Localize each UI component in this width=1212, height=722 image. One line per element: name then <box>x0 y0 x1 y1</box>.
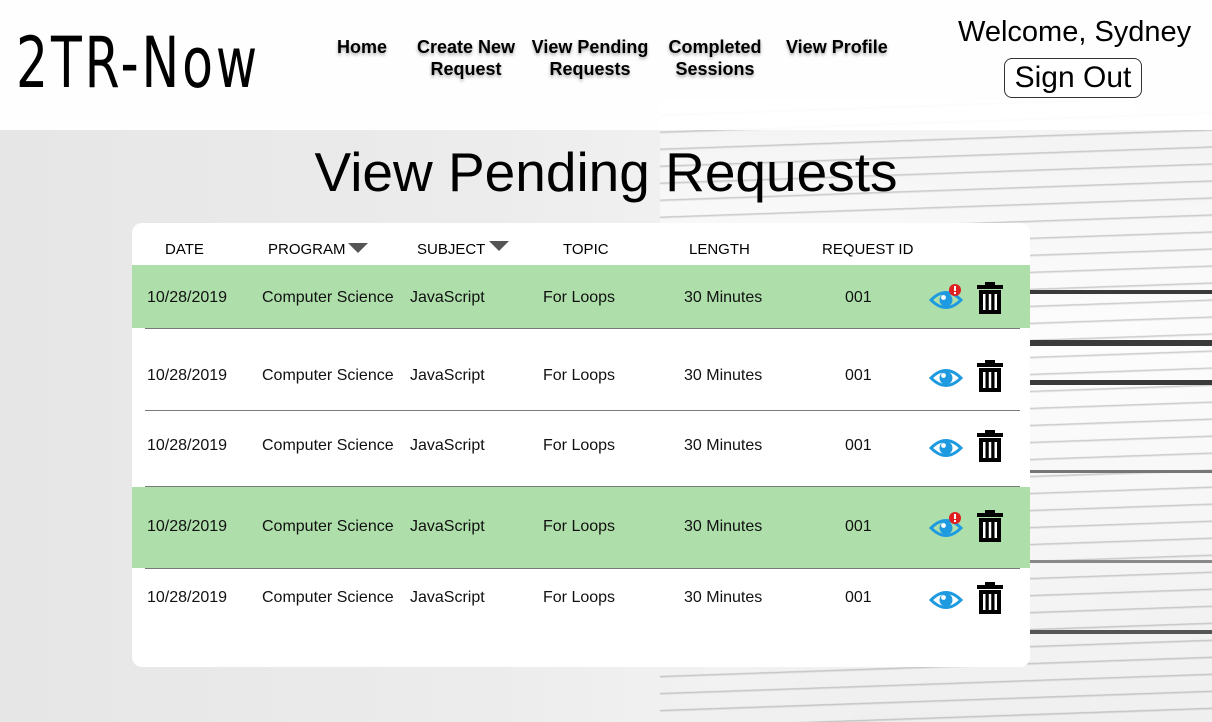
trash-icon[interactable] <box>976 359 1004 393</box>
column-header-program[interactable]: PROGRAM <box>268 241 368 258</box>
cell-request-id: 001 <box>845 589 872 606</box>
caret-down-icon[interactable] <box>347 243 368 253</box>
cell-length: 30 Minutes <box>684 367 763 384</box>
column-header-topic: TOPIC <box>563 241 609 258</box>
background-stripe <box>1030 630 1212 634</box>
trash-icon[interactable] <box>976 429 1004 463</box>
cell-topic: For Loops <box>543 589 616 606</box>
row-divider <box>145 410 1020 411</box>
eye-icon[interactable] <box>928 431 964 465</box>
row-divider <box>145 486 1020 487</box>
trash-icon[interactable] <box>976 281 1004 315</box>
background-stripe <box>1030 470 1212 473</box>
table-row[interactable]: 10/28/2019 Computer Science JavaScript For … <box>132 411 1030 487</box>
column-header-request-id: REQUEST ID <box>822 241 914 258</box>
cell-length: 30 Minutes <box>684 518 763 535</box>
app-logo[interactable]: 2TR-Now <box>16 18 260 108</box>
nav-view-pending-requests[interactable]: View Pending Requests <box>531 36 649 80</box>
cell-program: Computer Science <box>262 518 394 535</box>
cell-length: 30 Minutes <box>684 437 763 454</box>
cell-date: 10/28/2019 <box>147 289 228 306</box>
sign-out-button[interactable]: Sign Out <box>1004 58 1142 98</box>
page-title: View Pending Requests <box>314 141 898 203</box>
background-stripe <box>1030 380 1212 385</box>
nav-create-new-request[interactable]: Create New Request <box>416 36 516 80</box>
cell-subject: JavaScript <box>410 589 485 606</box>
cell-subject: JavaScript <box>410 367 485 384</box>
cell-request-id: 001 <box>845 437 872 454</box>
table-row[interactable]: 10/28/2019 Computer Science JavaScript For … <box>132 563 1030 639</box>
background-stripe <box>1030 340 1212 346</box>
cell-request-id: 001 <box>845 289 872 306</box>
eye-icon[interactable] <box>928 583 964 617</box>
cell-date: 10/28/2019 <box>147 367 228 384</box>
column-header-date: DATE <box>165 241 204 258</box>
column-header-length: LENGTH <box>689 241 750 258</box>
cell-program: Computer Science <box>262 367 394 384</box>
cell-topic: For Loops <box>543 518 616 535</box>
cell-length: 30 Minutes <box>684 289 763 306</box>
nav-label: View Pending Requests <box>531 37 649 79</box>
cell-date: 10/28/2019 <box>147 437 228 454</box>
cell-subject: JavaScript <box>410 437 485 454</box>
background-stripe <box>1030 560 1212 563</box>
cell-program: Computer Science <box>262 589 394 606</box>
cell-date: 10/28/2019 <box>147 589 228 606</box>
cell-topic: For Loops <box>543 437 616 454</box>
nav-label: Completed Sessions <box>668 37 762 79</box>
cell-request-id: 001 <box>845 367 872 384</box>
eye-icon[interactable] <box>928 511 964 545</box>
eye-icon[interactable] <box>928 283 964 317</box>
cell-topic: For Loops <box>543 367 616 384</box>
cell-program: Computer Science <box>262 289 394 306</box>
nav-label: Create New Request <box>416 37 516 79</box>
row-divider <box>145 328 1020 329</box>
caret-down-icon[interactable] <box>489 241 510 251</box>
cell-length: 30 Minutes <box>684 589 763 606</box>
table-row[interactable]: 10/28/2019 Computer Science JavaScript For … <box>132 265 1030 328</box>
table-row[interactable]: 10/28/2019 Computer Science JavaScript For … <box>132 487 1030 568</box>
column-header-label: PROGRAM <box>268 241 346 258</box>
eye-icon[interactable] <box>928 361 964 395</box>
table-row[interactable]: 10/28/2019 Computer Science JavaScript For … <box>132 341 1030 417</box>
row-divider <box>145 568 1020 569</box>
trash-icon[interactable] <box>976 509 1004 543</box>
background-stripe <box>1030 290 1212 294</box>
trash-icon[interactable] <box>976 581 1004 615</box>
cell-date: 10/28/2019 <box>147 518 228 535</box>
cell-request-id: 001 <box>845 518 872 535</box>
cell-subject: JavaScript <box>410 518 485 535</box>
top-header: 2TR-Now Home Create New Request View Pend… <box>0 0 1212 130</box>
welcome-message: Welcome, Sydney <box>958 16 1192 48</box>
column-header-subject[interactable]: SUBJECT <box>417 241 510 258</box>
nav-view-profile[interactable]: View Profile <box>786 36 888 58</box>
cell-subject: JavaScript <box>410 289 485 306</box>
nav-completed-sessions[interactable]: Completed Sessions <box>667 36 763 80</box>
cell-topic: For Loops <box>543 289 616 306</box>
column-header-label: SUBJECT <box>417 241 486 258</box>
cell-program: Computer Science <box>262 437 394 454</box>
nav-home[interactable]: Home <box>337 36 387 58</box>
